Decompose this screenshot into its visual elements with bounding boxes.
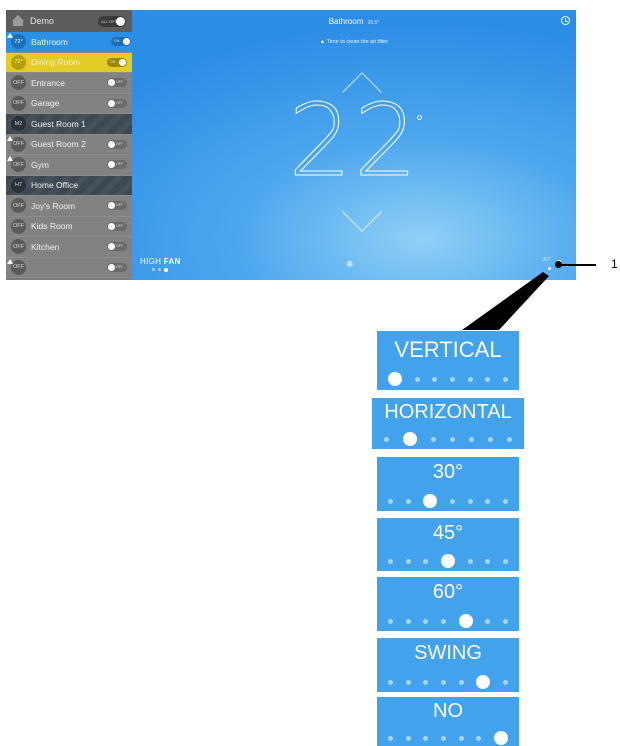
swing-position-dot xyxy=(423,618,429,624)
swing-position-dot xyxy=(405,618,411,624)
swing-position-selected-dot xyxy=(493,731,508,745)
swing-position-dot xyxy=(388,735,394,741)
swing-position-dot xyxy=(440,679,446,685)
swing-position-selected-dot xyxy=(458,614,473,628)
swing-position-dot xyxy=(405,498,411,504)
swing-position-dot xyxy=(469,436,474,442)
swing-option-card[interactable]: 45° xyxy=(377,518,519,571)
swing-position-dot xyxy=(423,558,429,564)
swing-position-dot xyxy=(423,735,429,741)
swing-position-indicator xyxy=(377,494,519,508)
swing-position-indicator xyxy=(377,614,519,628)
swing-position-dot xyxy=(485,376,491,382)
swing-position-dot xyxy=(467,376,473,382)
swing-position-indicator xyxy=(377,554,519,568)
swing-position-dot xyxy=(467,498,473,504)
swing-position-dot xyxy=(405,679,411,685)
swing-position-indicator xyxy=(372,432,524,446)
swing-position-dot xyxy=(414,376,420,382)
swing-position-selected-dot xyxy=(388,372,403,386)
swing-position-selected-dot xyxy=(440,554,455,568)
swing-position-dot xyxy=(388,679,394,685)
swing-position-dot xyxy=(432,376,438,382)
swing-position-dot xyxy=(388,618,394,624)
swing-position-dot xyxy=(405,558,411,564)
swing-option-label: HORIZONTAL xyxy=(384,401,512,423)
swing-position-dot xyxy=(485,618,491,624)
swing-position-dot xyxy=(423,679,429,685)
swing-option-label: 45° xyxy=(432,522,464,544)
swing-position-dot xyxy=(449,498,455,504)
swing-position-selected-dot xyxy=(403,432,417,446)
swing-position-dot xyxy=(502,376,508,382)
swing-position-dot xyxy=(502,679,508,685)
swing-position-indicator xyxy=(377,731,519,745)
swing-position-dot xyxy=(384,436,389,442)
swing-position-dot xyxy=(467,558,473,564)
swing-position-dot xyxy=(502,498,508,504)
swing-option-card[interactable]: HORIZONTAL xyxy=(372,398,524,449)
swing-position-dot xyxy=(507,436,512,442)
swing-position-dot xyxy=(440,735,446,741)
swing-option-card[interactable]: NO xyxy=(377,697,519,746)
swing-position-dot xyxy=(485,558,491,564)
swing-position-dot xyxy=(449,376,455,382)
swing-position-dot xyxy=(450,436,455,442)
swing-position-dot xyxy=(488,436,493,442)
swing-option-label: NO xyxy=(433,700,463,722)
swing-position-dot xyxy=(388,498,394,504)
swing-option-label: 30° xyxy=(432,461,464,483)
swing-position-selected-dot xyxy=(476,675,491,689)
swing-option-card[interactable]: SWING xyxy=(377,638,519,692)
swing-position-dot xyxy=(388,558,394,564)
swing-position-dot xyxy=(502,558,508,564)
swing-option-card[interactable]: 60° xyxy=(377,577,519,631)
swing-position-dot xyxy=(405,735,411,741)
swing-position-dot xyxy=(458,735,464,741)
swing-option-label: VERTICAL xyxy=(394,337,502,362)
swing-position-indicator xyxy=(377,372,519,386)
swing-option-label: SWING xyxy=(414,642,482,664)
swing-position-dot xyxy=(458,679,464,685)
swing-position-dot xyxy=(431,436,436,442)
swing-position-indicator xyxy=(377,675,519,689)
swing-option-card[interactable]: VERTICAL xyxy=(377,331,519,390)
swing-position-dot xyxy=(440,618,446,624)
swing-position-dot xyxy=(485,498,491,504)
swing-option-card[interactable]: 30° xyxy=(377,457,519,511)
swing-position-dot xyxy=(476,735,482,741)
swing-option-label: 60° xyxy=(432,581,464,603)
swing-position-dot xyxy=(502,618,508,624)
swing-position-selected-dot xyxy=(423,494,438,508)
callout-pointer xyxy=(462,272,549,330)
